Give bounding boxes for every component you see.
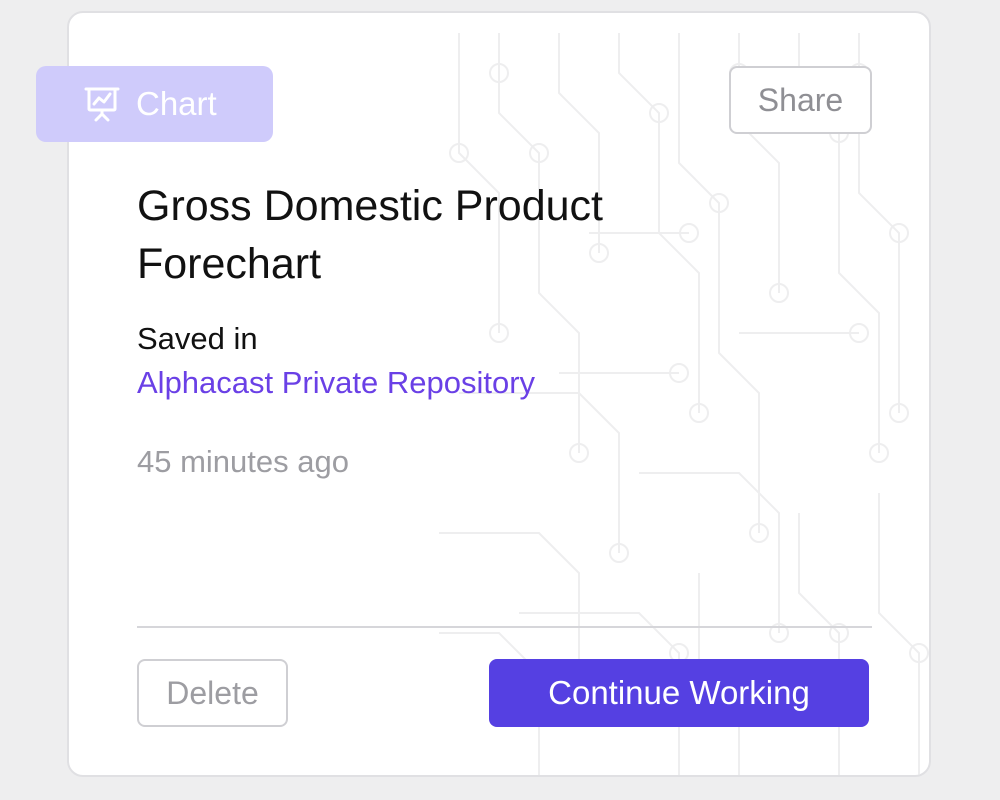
card-title: Gross Domestic Product Forechart xyxy=(137,182,603,288)
chart-type-label: Chart xyxy=(136,85,217,122)
share-button[interactable]: Share xyxy=(729,66,872,134)
presentation-chart-icon xyxy=(80,82,124,126)
repository-link[interactable]: Alphacast Private Repository xyxy=(137,365,535,401)
last-edited-timestamp: 45 minutes ago xyxy=(137,444,349,479)
card-divider xyxy=(137,626,872,628)
continue-working-button[interactable]: Continue Working xyxy=(489,659,869,727)
saved-in-label: Saved in xyxy=(137,321,258,356)
delete-button[interactable]: Delete xyxy=(137,659,288,727)
chart-type-badge: Chart xyxy=(36,66,273,142)
